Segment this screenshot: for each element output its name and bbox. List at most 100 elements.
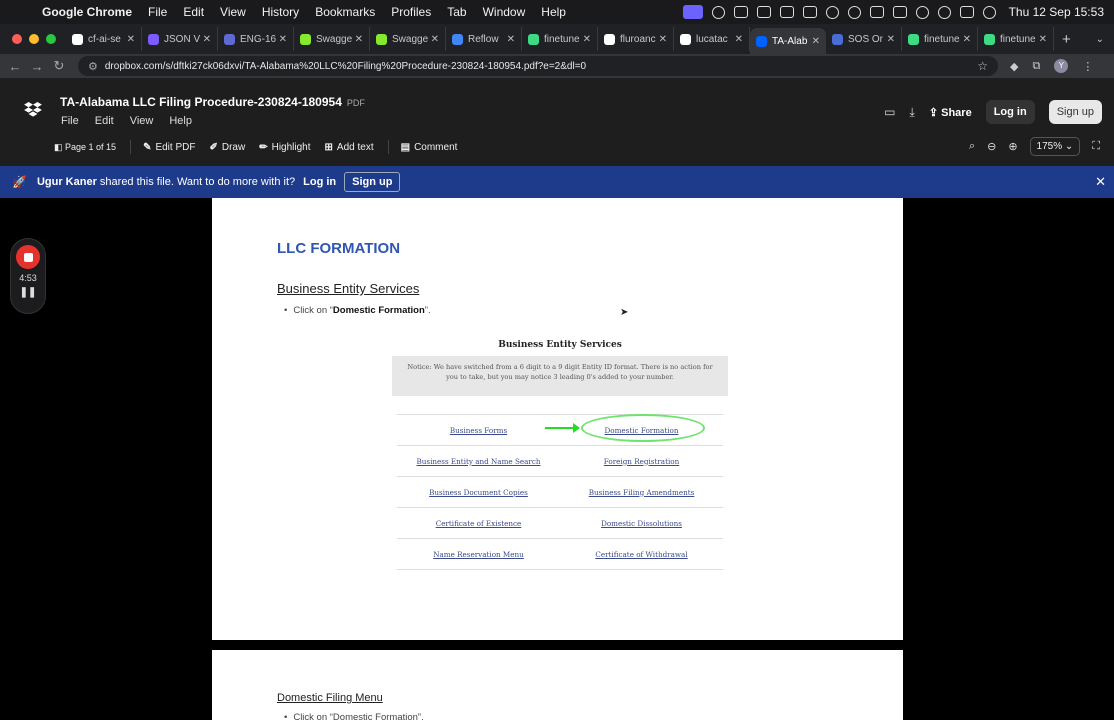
menu-window[interactable]: Window [475, 5, 534, 19]
menu-history[interactable]: History [254, 5, 307, 19]
viewer-menu-edit[interactable]: Edit [95, 115, 114, 127]
header-login-button[interactable]: Log in [985, 100, 1035, 124]
omnibox[interactable]: ⚙ dropbox.com/s/dftki27ck06dxvi/TA-Alaba… [78, 56, 998, 76]
reload-button[interactable]: ↻ [48, 58, 70, 74]
page-heading: LLC FORMATION [277, 240, 401, 257]
menu-edit[interactable]: Edit [175, 5, 212, 19]
share-button[interactable]: ⇪ Share [929, 106, 972, 119]
tab-close-icon[interactable]: ✕ [583, 34, 591, 45]
browser-tab[interactable]: finetune ✕ [978, 27, 1054, 51]
layers-icon[interactable] [802, 6, 817, 18]
edit-pdf-button[interactable]: ✎ Edit PDF [143, 142, 195, 153]
comment-bubble-icon[interactable]: ▭ [884, 105, 895, 119]
x-icon[interactable] [779, 6, 794, 18]
tab-close-icon[interactable]: ✕ [127, 34, 135, 45]
tab-close-icon[interactable]: ✕ [203, 34, 211, 45]
menu-view[interactable]: View [212, 5, 254, 19]
tab-close-icon[interactable]: ✕ [963, 34, 971, 45]
browser-tab[interactable]: finetune ✕ [522, 27, 598, 51]
play-icon[interactable] [847, 5, 861, 19]
tab-close-icon[interactable]: ✕ [431, 34, 439, 45]
menu-file[interactable]: File [140, 5, 175, 19]
browser-tab[interactable]: Swagge ✕ [370, 27, 446, 51]
minimize-window-button[interactable] [29, 34, 39, 44]
comment-button[interactable]: ▤ Comment [401, 142, 458, 153]
tab-close-icon[interactable]: ✕ [507, 34, 515, 45]
draw-icon: ✐ [209, 141, 218, 153]
browser-tab[interactable]: SOS Or ✕ [826, 27, 902, 51]
tab-search-icon[interactable]: ⌄ [1096, 34, 1104, 45]
browser-tab[interactable]: lucatac ✕ [674, 27, 750, 51]
browser-tab[interactable]: fluroanc ✕ [598, 27, 674, 51]
back-button[interactable]: ← [4, 59, 26, 74]
pdf-viewer[interactable]: 4:53 ❚❚ LLC FORMATION Business Entity Se… [0, 198, 1114, 720]
headphones-icon[interactable] [711, 5, 725, 19]
menu-profiles[interactable]: Profiles [383, 5, 439, 19]
clock[interactable]: Thu 12 Sep 15:53 [1009, 5, 1104, 19]
add-text-button[interactable]: ⊞ Add text [325, 142, 374, 153]
tab-close-icon[interactable]: ✕ [355, 34, 363, 45]
grid-icon[interactable] [733, 6, 748, 18]
menu-bookmarks[interactable]: Bookmarks [307, 5, 383, 19]
user-icon[interactable] [982, 5, 996, 19]
zoom-out-icon[interactable]: ⊖ [987, 140, 996, 153]
profile-avatar[interactable]: Y [1054, 59, 1069, 73]
extension-icon[interactable]: ◆ [1010, 60, 1018, 73]
forward-button[interactable]: → [26, 59, 48, 74]
input-source-icon[interactable] [892, 6, 907, 18]
close-window-button[interactable] [12, 34, 22, 44]
tab-close-icon[interactable]: ✕ [659, 34, 667, 45]
menu-help[interactable]: Help [533, 5, 574, 19]
browser-tab[interactable]: ENG-16 ✕ [218, 27, 294, 51]
draw-button[interactable]: ✐ Draw [209, 142, 245, 153]
download-icon[interactable]: ⤓ [910, 105, 915, 120]
pause-recording-icon[interactable]: ❚❚ [20, 287, 37, 298]
pdf-toolbar: ◧ Page 1 of 15 ✎ Edit PDF ✐ Draw ✏ Highligh… [54, 140, 471, 154]
zoom-window-button[interactable] [46, 34, 56, 44]
tab-favicon-icon [376, 33, 387, 45]
new-tab-button[interactable]: + [1062, 31, 1071, 48]
battery-icon[interactable] [869, 6, 884, 18]
share-label: Share [941, 106, 972, 119]
tab-close-icon[interactable]: ✕ [887, 34, 895, 45]
tab-close-icon[interactable]: ✕ [735, 34, 743, 45]
menu-app-name[interactable]: Google Chrome [34, 5, 140, 19]
banner-signup-button[interactable]: Sign up [344, 172, 401, 192]
search-icon[interactable] [937, 5, 951, 19]
bookmark-star-icon[interactable]: ☆ [977, 59, 988, 73]
page-indicator[interactable]: ◧ Page 1 of 15 [54, 142, 116, 153]
skype-icon[interactable] [756, 6, 771, 18]
zoom-select[interactable]: 175% ⌄ [1029, 137, 1081, 156]
browser-tab[interactable]: Swagge ✕ [294, 27, 370, 51]
search-document-icon[interactable]: ⌕ [969, 140, 975, 153]
browser-tab[interactable]: JSON V ✕ [142, 27, 218, 51]
viewer-menu-view[interactable]: View [130, 115, 154, 127]
arrows-icon[interactable] [825, 5, 839, 19]
banner-login-link[interactable]: Log in [303, 176, 336, 188]
chrome-menu-icon[interactable]: ⋮ [1082, 60, 1093, 73]
close-banner-icon[interactable]: ✕ [1095, 174, 1106, 190]
wifi-icon[interactable] [915, 5, 929, 19]
viewer-menu-file[interactable]: File [61, 115, 79, 127]
browser-tab[interactable]: cf-ai-se ✕ [66, 27, 142, 51]
stop-recording-button[interactable] [16, 245, 40, 269]
site-info-icon[interactable]: ⚙ [88, 60, 98, 73]
control-center-icon[interactable] [959, 6, 974, 18]
header-signup-button[interactable]: Sign up [1048, 100, 1102, 124]
extensions-puzzle-icon[interactable]: ⧉ [1032, 60, 1040, 73]
dropbox-logo-icon[interactable] [24, 102, 42, 118]
browser-tab[interactable]: TA-Alab ✕ [750, 28, 826, 54]
browser-tab[interactable]: Reflow ✕ [446, 27, 522, 51]
tab-close-icon[interactable]: ✕ [1039, 34, 1047, 45]
fullscreen-icon[interactable]: ⛶ [1092, 140, 1100, 153]
viewer-menu-help[interactable]: Help [169, 115, 192, 127]
screen-record-icon[interactable] [682, 5, 703, 19]
tab-close-icon[interactable]: ✕ [279, 34, 287, 45]
zoom-in-icon[interactable]: ⊕ [1008, 140, 1017, 153]
url-text[interactable]: dropbox.com/s/dftki27ck06dxvi/TA-Alabama… [105, 61, 977, 72]
menu-tab[interactable]: Tab [439, 5, 474, 19]
highlight-button[interactable]: ✏ Highlight [259, 142, 310, 153]
browser-tab[interactable]: finetune ✕ [902, 27, 978, 51]
tab-close-icon[interactable]: ✕ [812, 36, 820, 47]
status-icons: Thu 12 Sep 15:53 [682, 5, 1114, 19]
